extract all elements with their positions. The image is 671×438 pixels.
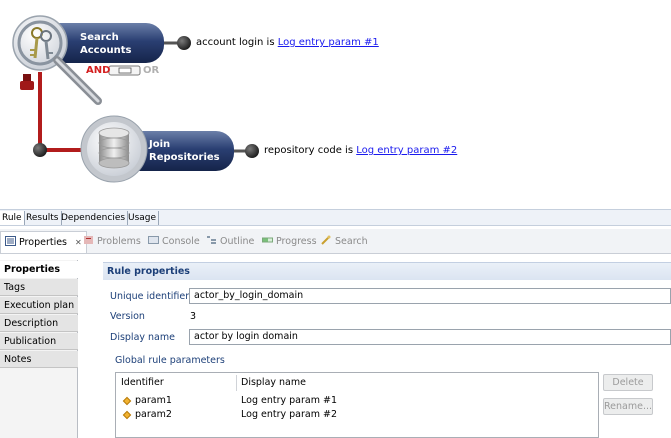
section-publication[interactable]: Publication	[0, 333, 78, 350]
version-value: 3	[190, 311, 197, 322]
tab-outline[interactable]: Outline	[206, 235, 254, 249]
delete-button[interactable]: Delete	[603, 374, 653, 391]
join-repositories-line2: Repositories	[149, 152, 220, 163]
condition-2: repository code is Log entry param #2	[264, 145, 457, 156]
tab-problems[interactable]: Problems	[83, 235, 141, 249]
close-icon[interactable]: ✕	[75, 238, 82, 247]
and-label[interactable]: AND	[86, 65, 110, 76]
join-repositories-line1: Join	[149, 139, 171, 150]
parameter-icon	[122, 410, 132, 420]
console-icon	[148, 236, 159, 244]
properties-content: Rule properties Unique identifier actor_…	[79, 254, 671, 438]
condition-2-text: repository code is	[264, 145, 354, 156]
section-tags[interactable]: Tags	[0, 279, 78, 296]
tab-properties[interactable]: Properties ✕	[0, 231, 87, 253]
tab-outline-label: Outline	[220, 236, 255, 247]
section-execution-plan[interactable]: Execution plan	[0, 297, 78, 314]
condition-1: account login is Log entry param #1	[196, 37, 379, 48]
tab-dependencies[interactable]: Dependencies	[59, 211, 129, 225]
stamp-icon	[20, 74, 34, 90]
section-notes[interactable]: Notes	[0, 351, 78, 368]
search-accounts-line1: Search	[80, 32, 119, 43]
join-repositories-label: Join Repositories	[149, 138, 220, 164]
problems-icon	[84, 236, 93, 244]
param-display-name: Log entry param #2	[241, 409, 337, 420]
rename-button[interactable]: Rename...	[603, 398, 653, 415]
tab-rule[interactable]: Rule	[0, 211, 25, 225]
outline-icon	[207, 236, 216, 244]
section-list: Properties Tags Execution plan Descripti…	[0, 260, 78, 438]
join-output-port[interactable]	[245, 144, 259, 158]
tab-progress-label: Progress	[276, 236, 317, 247]
param-identifier: param2	[135, 409, 172, 420]
search-accounts-label: Search Accounts	[80, 31, 131, 57]
search-accounts-line2: Accounts	[80, 45, 132, 56]
unique-identifier-field[interactable]: actor_by_login_domain	[189, 288, 671, 304]
param-display-name: Log entry param #1	[241, 395, 337, 406]
tab-progress[interactable]: Progress	[262, 235, 317, 249]
tab-console[interactable]: Console	[148, 235, 200, 249]
database-icon	[98, 127, 130, 169]
condition-2-link[interactable]: Log entry param #2	[356, 145, 457, 156]
column-header-identifier[interactable]: Identifier	[121, 375, 164, 391]
section-description[interactable]: Description	[0, 315, 78, 332]
parameter-icon	[122, 396, 132, 406]
tab-search[interactable]: Search	[321, 235, 368, 249]
params-title: Global rule parameters	[115, 355, 225, 366]
rule-diagram: Search Accounts Join Repositories AND OR…	[0, 0, 671, 206]
section-properties[interactable]: Properties	[0, 261, 78, 278]
tab-console-label: Console	[162, 236, 200, 247]
section-header: Rule properties	[103, 262, 671, 280]
condition-1-text: account login is	[196, 37, 275, 48]
join-input-port[interactable]	[33, 143, 47, 157]
tab-problems-label: Problems	[97, 236, 141, 247]
version-label: Version	[110, 311, 145, 322]
search-output-port[interactable]	[177, 36, 191, 50]
display-name-field[interactable]: actor by login domain	[189, 329, 671, 345]
unique-identifier-label: Unique identifier	[110, 291, 190, 302]
progress-icon	[262, 237, 273, 243]
and-or-toggle[interactable]	[108, 65, 141, 76]
tab-search-label: Search	[335, 236, 368, 247]
properties-icon	[5, 236, 16, 246]
editor-tab-bar: Rule Results Dependencies Usage	[0, 209, 671, 226]
display-name-label: Display name	[110, 332, 175, 343]
param-identifier: param1	[135, 395, 172, 406]
tab-usage[interactable]: Usage	[126, 211, 160, 225]
table-row[interactable]: param1 Log entry param #1	[116, 394, 598, 408]
params-table: Identifier Display name param1 Log entry…	[115, 372, 599, 438]
tab-results[interactable]: Results	[24, 211, 62, 225]
tab-properties-label: Properties	[19, 237, 68, 248]
table-row[interactable]: param2 Log entry param #2	[116, 408, 598, 422]
column-divider	[236, 375, 237, 391]
column-header-display-name[interactable]: Display name	[241, 375, 306, 391]
condition-1-link[interactable]: Log entry param #1	[278, 37, 379, 48]
view-tab-bar: Properties ✕ Problems Console Outline Pr…	[0, 229, 671, 254]
search-icon	[321, 235, 331, 245]
or-label[interactable]: OR	[143, 65, 159, 76]
